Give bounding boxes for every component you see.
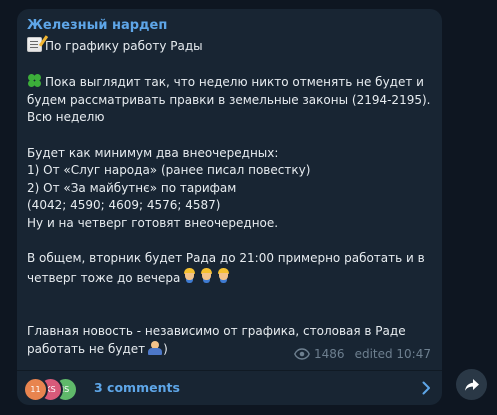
message-bubble: Железный нардеп По графику работу Рады П… xyxy=(17,9,442,405)
message-line-text: четверг тоже до вечера xyxy=(27,270,181,285)
message-line: По графику работу Рады xyxy=(27,37,435,56)
message-line: Главная новость - независимо от графика,… xyxy=(27,323,406,338)
comments-count-label[interactable]: 3 comments xyxy=(94,379,180,396)
edited-time: edited 10:47 xyxy=(354,347,431,361)
channel-name[interactable]: Железный нардеп xyxy=(27,18,167,34)
message-line: четверг тоже до вечера xyxy=(27,267,435,288)
person-shrugging-icon xyxy=(147,340,163,356)
message-line: В общем, вторник будет Рада до 21:00 при… xyxy=(27,251,425,266)
four-leaf-clover-icon xyxy=(27,73,42,88)
message-line-text: По графику работу Рады xyxy=(45,39,203,53)
eye-icon xyxy=(294,348,310,360)
chat-background: Железный нардеп По графику работу Рады П… xyxy=(0,0,497,415)
message-line: Будет как минимум два внеочередных: xyxy=(27,145,279,160)
message-line: Ну и на четверг готовят внеочередное. xyxy=(27,215,279,230)
message-line-text: работать не будет xyxy=(27,342,146,357)
message-line: Пока выглядит так, что неделю никто отме… xyxy=(27,73,435,92)
view-count: 1486 xyxy=(314,347,345,361)
construction-worker-icon xyxy=(199,267,214,284)
chevron-right-icon[interactable] xyxy=(422,381,431,395)
message-line-text: Пока выглядит так, что неделю никто отме… xyxy=(45,75,424,90)
message-line: Всю неделю xyxy=(27,110,105,125)
message-line: 1) От «Слуг народа» (ранее писал повестк… xyxy=(27,163,311,178)
message-line: 2) От «За майбутнє» по тарифам xyxy=(27,180,237,195)
share-button[interactable] xyxy=(456,369,487,400)
share-arrow-icon xyxy=(464,378,479,391)
avatar: 11 xyxy=(23,377,48,402)
commenter-avatars: 11 KS IS xyxy=(23,375,93,402)
message-text: По графику работу Рады Пока выглядит так… xyxy=(27,37,435,359)
message-meta: 1486 edited 10:47 xyxy=(294,346,431,362)
comments-button[interactable]: 11 KS IS 3 comments xyxy=(17,371,442,405)
construction-worker-icon xyxy=(216,267,231,284)
message-line-text: ) xyxy=(163,342,168,357)
message-line: будем рассматривать правки в земельные з… xyxy=(27,92,431,107)
message-line: (4042; 4590; 4609; 4576; 4587) xyxy=(27,198,221,213)
construction-worker-icon xyxy=(182,267,197,284)
memo-icon xyxy=(27,37,42,52)
